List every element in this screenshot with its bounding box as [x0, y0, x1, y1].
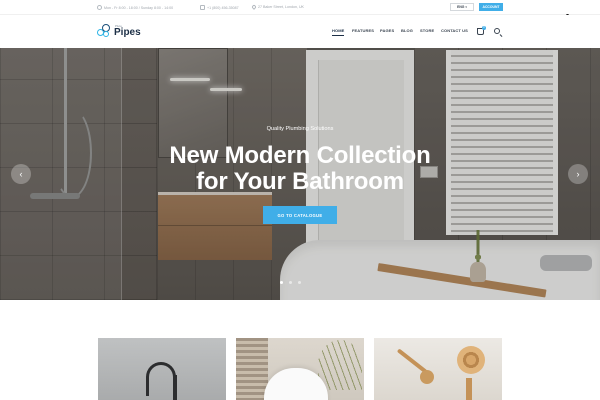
- shower-valve-image: [457, 346, 485, 374]
- slider-next-arrow-icon[interactable]: ›: [568, 164, 588, 184]
- bathtub-image-plant: [318, 340, 362, 390]
- category-card-showers[interactable]: [374, 338, 502, 400]
- slider-dot[interactable]: [280, 281, 283, 284]
- logo-name: Pipes: [114, 27, 141, 38]
- location-pin-icon: [251, 4, 257, 10]
- main-header: Pluto Pipes HOME FEATURES PAGES BLOG STO…: [0, 15, 600, 48]
- shower-spout-image: [466, 378, 472, 400]
- cart-count-badge: 0: [482, 26, 486, 30]
- slider-prev-arrow-icon[interactable]: ‹: [11, 164, 31, 184]
- phone-text[interactable]: +1 (800) 456-35087: [207, 6, 239, 10]
- nav-features[interactable]: FEATURES: [352, 28, 374, 33]
- hero-title-line2: for Your Bathroom: [196, 168, 404, 195]
- nav-pages[interactable]: PAGES: [380, 28, 394, 33]
- go-to-catalogue-button[interactable]: GO TO CATALOGUE: [263, 206, 337, 224]
- nav-store[interactable]: STORE: [420, 28, 434, 33]
- nav-home[interactable]: HOME: [332, 28, 345, 36]
- top-info-bar: Mon - Fr 8:00 - 18:00 / Sunday 8:00 - 14…: [0, 0, 600, 15]
- phone-info[interactable]: +1 (800) 456-35087: [200, 5, 239, 10]
- search-icon[interactable]: [494, 28, 500, 34]
- hero-slider: Quality Plumbing Solutions New Modern Co…: [0, 48, 600, 300]
- language-label: ENG: [457, 5, 465, 9]
- logo-icon: [97, 24, 112, 39]
- slider-dots: [280, 281, 301, 284]
- slider-dot[interactable]: [298, 281, 301, 284]
- site-logo[interactable]: Pluto Pipes: [97, 24, 141, 39]
- shower-head-image: [420, 370, 434, 384]
- nav-blog[interactable]: BLOG: [401, 28, 413, 33]
- faucet-image-body: [173, 375, 177, 400]
- account-button[interactable]: ACCOUNT: [479, 3, 503, 11]
- slider-dot[interactable]: [289, 281, 292, 284]
- nav-contact-us[interactable]: CONTACT US: [441, 28, 468, 33]
- faucet-image: [146, 362, 176, 396]
- hero-title-line1: New Modern Collection: [169, 142, 431, 169]
- hours-info: Mon - Fr 8:00 - 18:00 / Sunday 8:00 - 14…: [97, 5, 173, 10]
- address-text: 27 Baker Street, London, UK: [258, 5, 304, 9]
- bathtub-image-wall: [236, 338, 268, 400]
- address-info: 27 Baker Street, London, UK: [251, 4, 304, 10]
- clock-icon: [97, 5, 102, 10]
- hero-title: New Modern Collection for Your Bathroom: [0, 143, 600, 195]
- hours-text: Mon - Fr 8:00 - 18:00 / Sunday 8:00 - 14…: [104, 5, 174, 10]
- chevron-down-icon: ▾: [465, 5, 467, 9]
- language-selector[interactable]: ENG ▾: [450, 3, 474, 11]
- hero-subtitle: Quality Plumbing Solutions: [266, 126, 334, 132]
- account-label: ACCOUNT: [482, 5, 500, 9]
- phone-icon: [200, 5, 205, 10]
